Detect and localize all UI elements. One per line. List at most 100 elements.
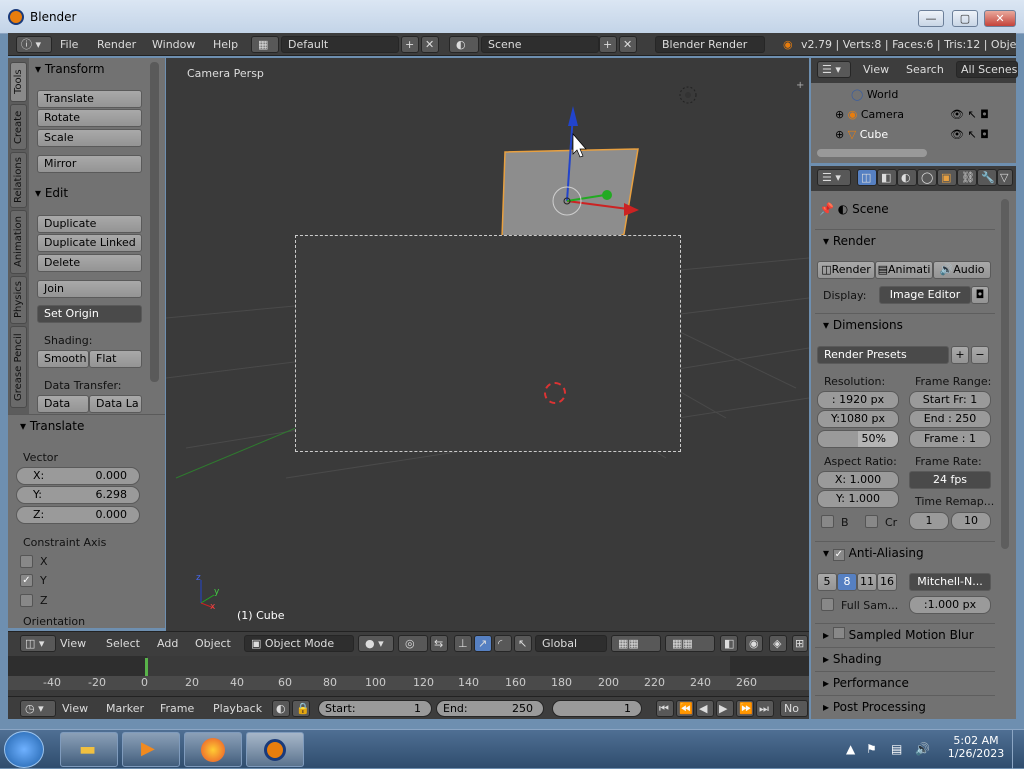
modifiers-tab-icon[interactable]: 🔧 [977,169,997,186]
anti-aliasing-section-header[interactable]: ▾ ✓ Anti-Aliasing [815,541,995,563]
full-sample-checkbox[interactable] [821,598,834,611]
constraint-y-checkbox[interactable]: ✓ [20,574,33,587]
add-scene-icon[interactable]: + [599,36,617,53]
fps-dropdown[interactable]: 24 fps [909,471,991,489]
menu-view[interactable]: View [60,637,86,650]
prev-keyframe-icon[interactable]: ⏪ [676,700,694,717]
3d-cursor-icon[interactable] [544,382,566,404]
remove-layout-icon[interactable]: ✕ [421,36,439,53]
gizmo-y-handle[interactable] [602,190,612,200]
render-layers-tab-icon[interactable]: ◧ [877,169,897,186]
taskbar-media-player[interactable]: ▶ [122,732,180,767]
crop-checkbox[interactable] [865,515,878,528]
world-tab-icon[interactable]: ◯ [917,169,937,186]
aa-samples-8[interactable]: 8 [837,573,857,591]
menu-object[interactable]: Object [195,637,231,650]
tab-grease-pencil[interactable]: Grease Pencil [10,326,27,408]
frame-step-field[interactable]: Frame : 1 [909,430,991,448]
manipulator-pin-icon[interactable]: ↖ [514,635,532,652]
menu-help[interactable]: Help [213,38,238,51]
constraint-x-checkbox[interactable] [20,555,33,568]
outliner-menu-search[interactable]: Search [906,63,944,76]
shading-dropdown[interactable]: ● ▾ [358,635,394,652]
flat-button[interactable]: Flat [89,350,142,368]
gizmo-x-arrow[interactable] [624,203,639,216]
scale-button[interactable]: Scale [37,129,142,147]
snap-icon[interactable]: ◈ [769,635,787,652]
rotate-manipulator-icon[interactable]: ↗ [474,635,492,652]
display-mode-dropdown[interactable]: All Scenes [956,61,1018,78]
motion-blur-checkbox[interactable] [832,627,845,639]
scale-manipulator-icon[interactable]: ◜ [494,635,512,652]
border-checkbox[interactable] [821,515,834,528]
mode-dropdown[interactable]: ▣ Object Mode [244,635,354,652]
menu-add[interactable]: Add [157,637,178,650]
filter-size-field[interactable]: :1.000 px [909,596,991,614]
tab-physics[interactable]: Physics [10,276,27,324]
layout-field[interactable]: Default [281,36,399,53]
menu-select[interactable]: Select [106,637,140,650]
aspect-x-field[interactable]: X: 1.000 [817,471,899,489]
gizmo-z-arrow[interactable] [568,106,578,126]
performance-section-header[interactable]: ▸ Performance [815,671,995,693]
outliner-scrollbar[interactable] [817,149,927,157]
close-button[interactable]: ✕ [984,10,1016,27]
resolution-percent-slider[interactable]: 50% [817,430,899,448]
translate-manipulator-icon[interactable]: ⊥ [454,635,472,652]
shading-section-header[interactable]: ▸ Shading [815,647,995,669]
volume-icon[interactable]: 🔊 [915,742,930,756]
minimize-button[interactable]: — [918,10,944,27]
camera-visibility-icons[interactable]: 👁 ↖ ◘ [950,108,989,121]
data-button[interactable]: Data [37,395,89,413]
mirror-button[interactable]: Mirror [37,155,142,173]
outliner-item-cube[interactable]: ⊕ ▽ Cube 👁 ↖ ◘ [835,128,1005,146]
timeline-editor-type-button[interactable]: ◷ ▾ [20,700,56,717]
properties-editor-type-button[interactable]: ☰ ▾ [817,169,851,186]
layer-buttons-1[interactable]: ▦▦ [611,635,661,652]
render-animation-button[interactable]: ▤Animati [875,261,933,279]
cube-visibility-icons[interactable]: 👁 ↖ ◘ [950,128,989,141]
end-frame-field[interactable]: End: 250 [436,700,544,717]
post-processing-section-header[interactable]: ▸ Post Processing [815,695,995,717]
add-preset-icon[interactable]: + [951,346,969,364]
scene-tab-icon[interactable]: ◐ [897,169,917,186]
tab-relations[interactable]: Relations [10,152,27,208]
start-frame-field[interactable]: Start: 1 [318,700,432,717]
vector-x-field[interactable]: X: 0.000 [16,467,140,485]
edit-panel-header[interactable]: ▾ Edit [35,186,68,200]
anti-aliasing-checkbox[interactable]: ✓ [832,549,845,561]
tab-tools[interactable]: Tools [10,62,27,102]
transform-orientation-dropdown[interactable]: Global [535,635,607,652]
vector-z-field[interactable]: Z: 0.000 [16,506,140,524]
tab-create[interactable]: Create [10,104,27,150]
end-frame-prop-field[interactable]: End : 250 [909,410,991,428]
taskbar-blender[interactable] [246,732,304,767]
smooth-button[interactable]: Smooth [37,350,89,368]
menu-file[interactable]: File [60,38,78,51]
properties-scrollbar[interactable] [1001,199,1009,549]
menu-marker[interactable]: Marker [106,702,144,715]
layout-icon[interactable]: ▦ [251,36,279,53]
outliner-menu-view[interactable]: View [863,63,889,76]
jump-end-icon[interactable]: ⏭ [756,700,774,717]
data-tab-icon[interactable]: ▽ [997,169,1013,186]
menu-window[interactable]: Window [152,38,195,51]
render-audio-button[interactable]: 🔊Audio [933,261,991,279]
lock-layer-icon[interactable]: ◧ [720,635,738,652]
render-engine-dropdown[interactable]: Blender Render [655,36,765,53]
lock-icon[interactable]: 🔒 [292,700,310,717]
viewport-editor-type-button[interactable]: ◫ ▾ [20,635,56,652]
taskbar-firefox[interactable] [184,732,242,767]
current-frame-field[interactable]: 1 [552,700,642,717]
info-editor-type-button[interactable]: ⓘ ▾ [16,36,52,53]
menu-playback[interactable]: Playback [213,702,262,715]
start-frame-prop-field[interactable]: Start Fr: 1 [909,391,991,409]
outliner-item-world[interactable]: ◯ World [851,88,991,106]
render-tab-icon[interactable]: ◫ [857,169,877,186]
aa-samples-11[interactable]: 11 [857,573,877,591]
scene-field[interactable]: Scene [481,36,599,53]
constraints-tab-icon[interactable]: ⛓ [957,169,977,186]
outliner-editor-type-button[interactable]: ☰ ▾ [817,61,851,78]
menu-timeline-view[interactable]: View [62,702,88,715]
render-image-button[interactable]: ◫Render [817,261,875,279]
